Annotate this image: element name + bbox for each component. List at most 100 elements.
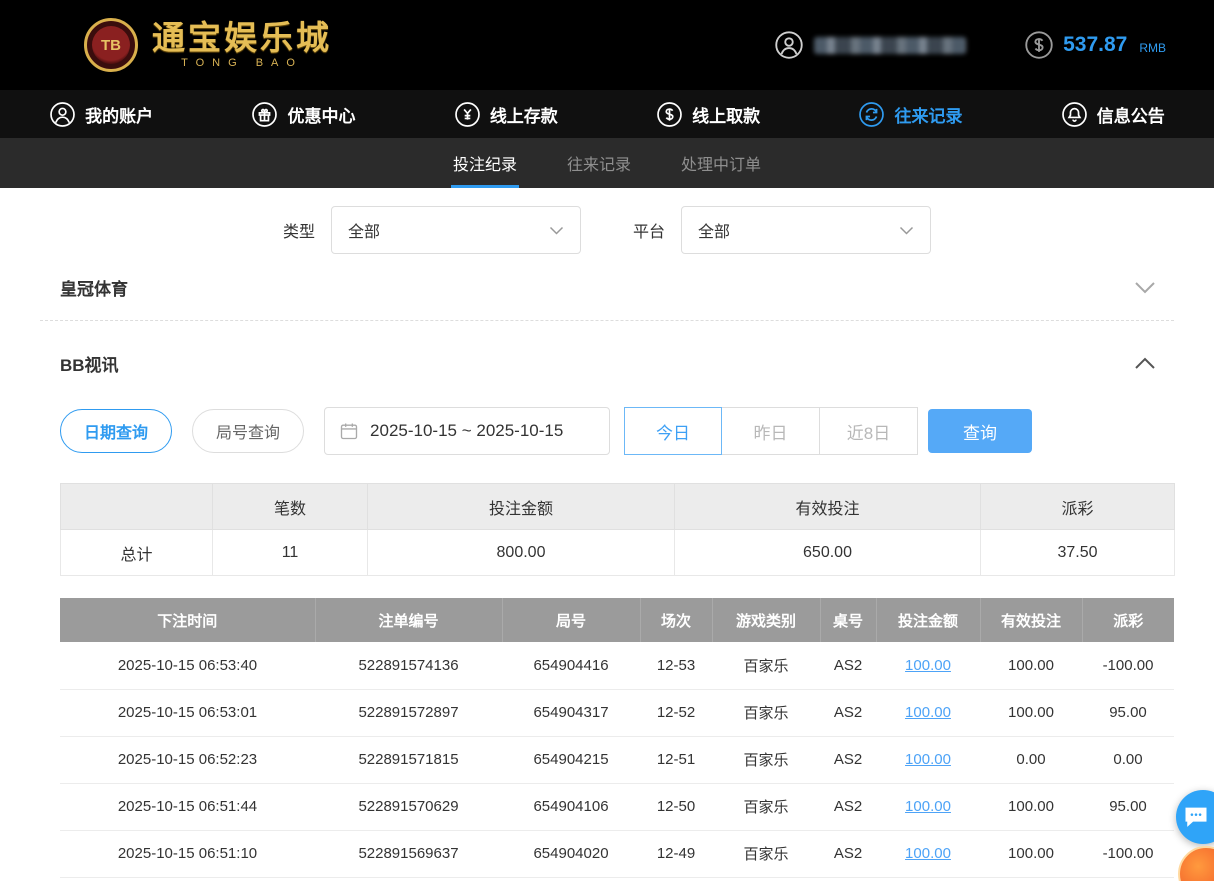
site-logo[interactable]: TB 通宝娱乐城 TONG BAO [84,18,332,72]
chevron-up-icon [1134,357,1156,370]
bet-amount-link[interactable]: 100.00 [905,657,951,674]
cell-valid-bet: 0.00 [980,736,1082,783]
chat-float-button[interactable] [1176,790,1214,844]
cell-round-id: 654904020 [502,830,640,877]
nav-item-announcements[interactable]: 信息公告 [1012,90,1214,138]
cell-payout: 0.00 [1082,736,1174,783]
nav-item-my-account[interactable]: 我的账户 [0,90,202,138]
tab-label: 往来记录 [567,151,631,175]
cell-valid-bet: 100.00 [980,642,1082,689]
tab-label: 投注纪录 [453,151,517,175]
summary-total-row: 总计 11 800.00 650.00 37.50 [61,530,1175,576]
bet-amount-link[interactable]: 100.00 [905,798,951,815]
date-query-button[interactable]: 日期查询 [60,409,172,453]
search-button[interactable]: 查询 [928,409,1032,453]
section-title: 皇冠体育 [60,275,128,300]
quick-range-group: 今日 昨日 近8日 [624,407,918,455]
col-bet-time: 下注时间 [60,598,315,642]
cell-bet-time: 2025-10-15 06:51:10 [60,830,315,877]
col-game-type: 游戏类别 [712,598,820,642]
cell-valid-bet: 100.00 [980,783,1082,830]
summary-table: 笔数 投注金额 有效投注 派彩 总计 11 800.00 650.00 37.5… [60,483,1175,576]
cell-round-id: 654904215 [502,736,640,783]
cell-table-no: AS2 [820,830,876,877]
bell-icon [1061,101,1088,128]
user-icon [49,101,76,128]
logo-chip-icon: TB [84,18,138,72]
col-order-id: 注单编号 [315,598,502,642]
cell-order-id: 522891570629 [315,783,502,830]
cell-bet-time: 2025-10-15 06:52:23 [60,736,315,783]
table-row: 2025-10-15 06:53:40 522891574136 6549044… [60,642,1174,689]
summary-header-empty [61,484,213,530]
balance-amount: 537.87 [1063,30,1127,60]
nav-item-transfer-records[interactable]: 往来记录 [809,90,1011,138]
username-blurred [814,37,966,54]
section-bb-video: BB视讯 [0,321,1214,405]
expand-section-button[interactable] [1128,275,1162,300]
user-icon [774,30,804,60]
nav-item-withdraw[interactable]: 线上取款 [607,90,809,138]
summary-valid-bet: 650.00 [675,530,981,576]
bet-amount-link[interactable]: 100.00 [905,704,951,721]
nav-label: 优惠中心 [287,102,355,127]
cell-valid-bet: 100.00 [980,689,1082,736]
nav-item-deposit[interactable]: 线上存款 [405,90,607,138]
cell-order-id: 522891572897 [315,689,502,736]
col-session: 场次 [640,598,712,642]
tab-transfer-records[interactable]: 往来记录 [565,138,633,188]
cell-bet-time: 2025-10-15 06:51:44 [60,783,315,830]
collapse-section-button[interactable] [1128,351,1162,376]
cell-order-id: 522891569637 [315,830,502,877]
chevron-down-icon [1134,281,1156,294]
col-round-id: 局号 [502,598,640,642]
tab-processing-orders[interactable]: 处理中订单 [679,138,763,188]
sub-nav: 投注纪录 往来记录 处理中订单 [0,138,1214,188]
date-range-value: 2025-10-15 ~ 2025-10-15 [370,421,563,441]
quick-today-button[interactable]: 今日 [624,407,722,455]
date-range-input[interactable]: 2025-10-15 ~ 2025-10-15 [324,407,610,455]
coin-dollar-icon [1024,30,1054,60]
section-crown-sports: 皇冠体育 [0,254,1214,320]
table-row: 2025-10-15 06:51:10 522891569637 6549040… [60,830,1174,877]
bet-amount-link[interactable]: 100.00 [905,751,951,768]
summary-bet-amount: 800.00 [368,530,675,576]
balance-currency: RMB [1139,42,1166,54]
summary-count: 11 [213,530,368,576]
col-valid-bet: 有效投注 [980,598,1082,642]
col-payout: 派彩 [1082,598,1174,642]
filter-row: 类型 全部 平台 全部 [0,206,1214,254]
cell-game-type: 百家乐 [712,830,820,877]
table-row: 2025-10-15 06:51:44 522891570629 6549041… [60,783,1174,830]
tab-bet-records[interactable]: 投注纪录 [451,138,519,188]
nav-label: 我的账户 [85,102,153,127]
promo-float-button[interactable] [1178,846,1214,881]
cell-payout: -100.00 [1082,830,1174,877]
cell-payout: -100.00 [1082,642,1174,689]
bet-records-table: 下注时间 注单编号 局号 场次 游戏类别 桌号 投注金额 有效投注 派彩 202… [60,598,1174,878]
logo-text: 通宝娱乐城 TONG BAO [152,21,332,69]
balance[interactable]: 537.87 RMB [1024,30,1166,60]
chat-bubble-icon [1182,803,1210,831]
table-row: 2025-10-15 06:53:01 522891572897 6549043… [60,689,1174,736]
logo-subtitle: TONG BAO [181,57,303,69]
platform-select[interactable]: 全部 [681,206,931,254]
cell-order-id: 522891571815 [315,736,502,783]
withdraw-icon [656,101,683,128]
user-account[interactable] [774,30,966,60]
nav-label: 线上存款 [490,102,558,127]
chevron-down-icon [899,226,914,235]
round-query-button[interactable]: 局号查询 [192,409,304,453]
type-select[interactable]: 全部 [331,206,581,254]
quick-yesterday-button[interactable]: 昨日 [722,407,820,455]
query-controls: 日期查询 局号查询 2025-10-15 ~ 2025-10-15 今日 昨日 … [0,407,1214,455]
quick-last8days-button[interactable]: 近8日 [820,407,918,455]
bet-amount-link[interactable]: 100.00 [905,845,951,862]
section-title: BB视讯 [60,351,119,376]
summary-header-valid-bet: 有效投注 [675,484,981,530]
cell-round-id: 654904106 [502,783,640,830]
summary-payout: 37.50 [981,530,1175,576]
cell-valid-bet: 100.00 [980,830,1082,877]
nav-item-promotions[interactable]: 优惠中心 [202,90,404,138]
cell-session: 12-51 [640,736,712,783]
